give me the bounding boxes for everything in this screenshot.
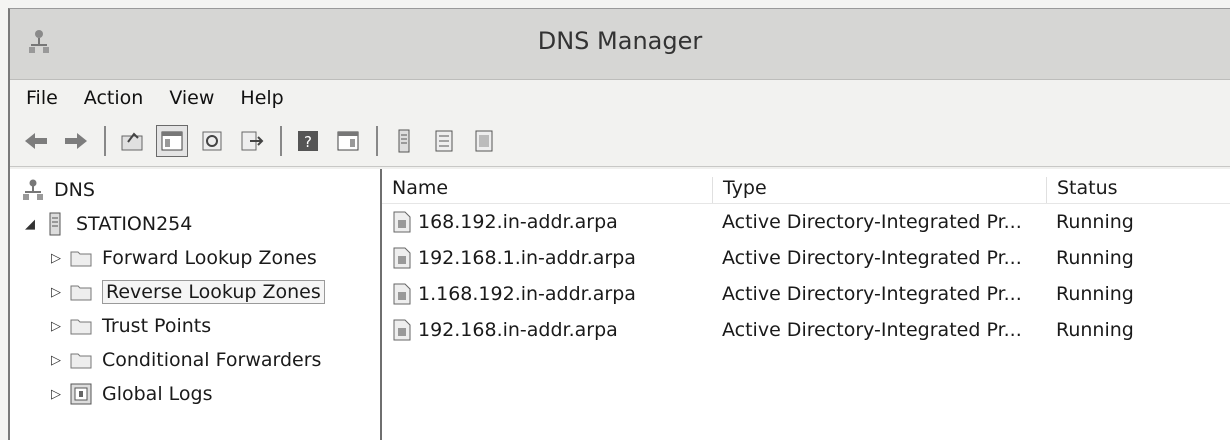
- zone-type: Active Directory-Integrated Pr...: [722, 319, 1022, 341]
- svg-text:?: ?: [304, 133, 312, 151]
- zone-status: Running: [1056, 319, 1134, 341]
- menu-view[interactable]: View: [169, 87, 214, 109]
- expand-arrow-icon[interactable]: ▷: [48, 319, 64, 334]
- expand-arrow-icon[interactable]: ▷: [48, 285, 64, 300]
- tree-item-conditional-forwarders[interactable]: ▷ Conditional Forwarders: [10, 343, 380, 377]
- zone-name: 168.192.in-addr.arpa: [418, 210, 618, 233]
- zone-name: 1.168.192.in-addr.arpa: [418, 282, 636, 305]
- help-icon[interactable]: ?: [292, 125, 324, 157]
- column-header-type[interactable]: Type: [712, 177, 1046, 203]
- refresh-icon[interactable]: [196, 125, 228, 157]
- zone-status: Running: [1056, 211, 1134, 233]
- up-folder-icon[interactable]: [116, 125, 148, 157]
- server-icon: [44, 212, 66, 236]
- zone-name-cell: 192.168.in-addr.arpa: [382, 319, 712, 342]
- list-item[interactable]: 192.168.1.in-addr.arpa Active Directory-…: [382, 240, 1230, 276]
- folder-icon: [70, 314, 92, 338]
- title-bar[interactable]: DNS Manager: [10, 9, 1230, 80]
- menu-file[interactable]: File: [26, 87, 58, 109]
- column-header-status[interactable]: Status: [1046, 177, 1196, 203]
- toolbar-separator: [104, 126, 106, 156]
- collapse-arrow-icon[interactable]: ◢: [22, 217, 38, 232]
- properties-icon[interactable]: [468, 125, 500, 157]
- zone-name: 192.168.in-addr.arpa: [418, 318, 618, 341]
- forward-arrow-icon[interactable]: [60, 125, 92, 157]
- zone-icon: [392, 319, 412, 341]
- tree-item-reverse-lookup-zones[interactable]: ▷ Reverse Lookup Zones: [10, 275, 380, 309]
- dns-icon: [22, 178, 44, 202]
- expand-arrow-icon[interactable]: ▷: [48, 251, 64, 266]
- server-icon[interactable]: [388, 125, 420, 157]
- list-header: Name Type Status: [382, 169, 1230, 204]
- zone-type: Active Directory-Integrated Pr...: [722, 211, 1022, 233]
- toolbar-separator: [280, 126, 282, 156]
- folder-icon: [70, 246, 92, 270]
- window-title: DNS Manager: [537, 27, 703, 55]
- zone-icon: [392, 211, 412, 233]
- tree-label-conditional-forwarders: Conditional Forwarders: [102, 349, 322, 371]
- expand-arrow-icon[interactable]: ▷: [48, 387, 64, 402]
- zone-name-cell: 192.168.1.in-addr.arpa: [382, 247, 712, 270]
- main-content: DNS ◢ STATION254 ▷ Forward Lookup Zones …: [10, 169, 1230, 440]
- tree-label-server: STATION254: [76, 213, 193, 235]
- list-item[interactable]: 192.168.in-addr.arpa Active Directory-In…: [382, 312, 1230, 348]
- zone-status: Running: [1056, 247, 1134, 269]
- show-hide-console-tree-icon[interactable]: [156, 125, 188, 157]
- list-item[interactable]: 1.168.192.in-addr.arpa Active Directory-…: [382, 276, 1230, 312]
- zone-name: 192.168.1.in-addr.arpa: [418, 246, 636, 269]
- expand-arrow-icon[interactable]: ▷: [48, 353, 64, 368]
- menu-action[interactable]: Action: [84, 87, 144, 109]
- dns-manager-window: DNS Manager File Action View Help ? DNS …: [8, 8, 1230, 440]
- menu-bar: File Action View Help: [10, 80, 1230, 116]
- zone-list: Name Type Status 168.192.in-addr.arpa Ac…: [382, 169, 1230, 440]
- tree-item-forward-lookup-zones[interactable]: ▷ Forward Lookup Zones: [10, 241, 380, 275]
- folder-icon: [70, 280, 92, 304]
- toolbar-separator: [376, 126, 378, 156]
- zone-type: Active Directory-Integrated Pr...: [722, 283, 1022, 305]
- list-icon[interactable]: [428, 125, 460, 157]
- zone-icon: [392, 247, 412, 269]
- menu-help[interactable]: Help: [240, 87, 283, 109]
- zone-icon: [392, 283, 412, 305]
- export-list-icon[interactable]: [236, 125, 268, 157]
- toolbar: ?: [10, 116, 1230, 167]
- tree-label-trust-points: Trust Points: [102, 315, 212, 337]
- tree-item-server[interactable]: ◢ STATION254: [10, 207, 380, 241]
- event-log-icon: [70, 382, 92, 406]
- zone-name-cell: 1.168.192.in-addr.arpa: [382, 283, 712, 306]
- tree-label-forward-lookup-zones: Forward Lookup Zones: [102, 247, 317, 269]
- back-arrow-icon[interactable]: [20, 125, 52, 157]
- tree-label-dns: DNS: [54, 179, 95, 201]
- zone-name-cell: 168.192.in-addr.arpa: [382, 211, 712, 234]
- console-tree[interactable]: DNS ◢ STATION254 ▷ Forward Lookup Zones …: [10, 169, 382, 440]
- tree-item-trust-points[interactable]: ▷ Trust Points: [10, 309, 380, 343]
- list-item[interactable]: 168.192.in-addr.arpa Active Directory-In…: [382, 204, 1230, 240]
- folder-icon: [70, 348, 92, 372]
- tree-item-dns[interactable]: DNS: [10, 173, 380, 207]
- tree-label-reverse-lookup-zones: Reverse Lookup Zones: [102, 280, 325, 304]
- column-header-name[interactable]: Name: [382, 177, 712, 203]
- tree-item-global-logs[interactable]: ▷ Global Logs: [10, 377, 380, 411]
- zone-type: Active Directory-Integrated Pr...: [722, 247, 1022, 269]
- show-hide-action-pane-icon[interactable]: [332, 125, 364, 157]
- tree-label-global-logs: Global Logs: [102, 383, 213, 405]
- zone-status: Running: [1056, 283, 1134, 305]
